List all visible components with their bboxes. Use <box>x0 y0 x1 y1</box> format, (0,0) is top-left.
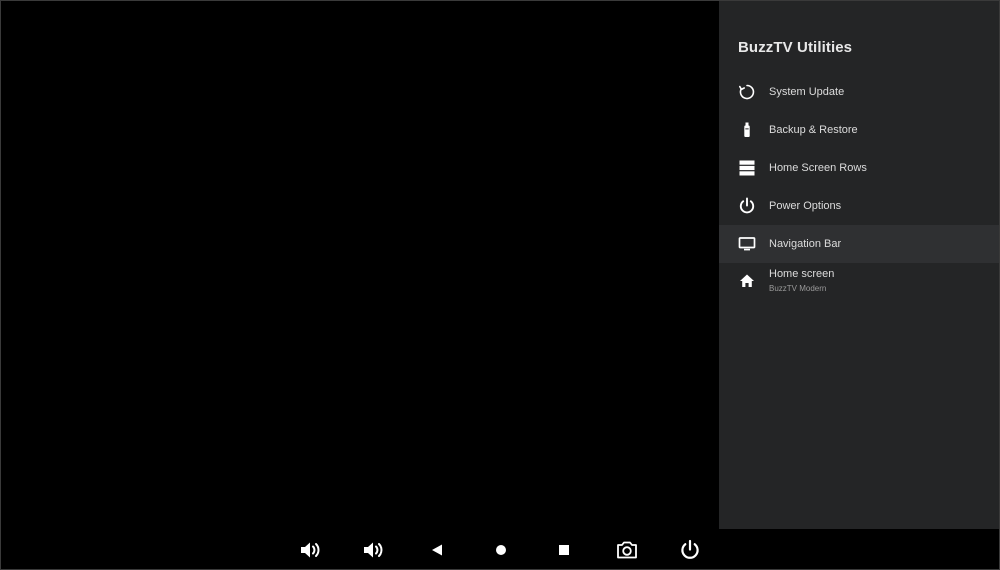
menu-item-label: Navigation Bar <box>769 238 842 250</box>
power-icon <box>679 539 701 561</box>
monitor-icon <box>738 235 756 253</box>
menu-item-label: Home screen <box>769 268 835 280</box>
camera-icon <box>615 539 639 561</box>
menu-item-system-update[interactable]: System Update <box>719 73 999 111</box>
menu-item-label: Power Options <box>769 200 842 212</box>
home-button[interactable] <box>488 537 514 563</box>
menu-item-text: System Update <box>769 85 844 99</box>
recents-button[interactable] <box>551 537 577 563</box>
main-content-area <box>1 1 719 529</box>
screenshot-button[interactable] <box>614 537 640 563</box>
home-circle-icon <box>494 543 508 557</box>
usb-icon <box>738 121 756 139</box>
menu-item-text: Home Screen Rows <box>769 161 867 175</box>
tv-screen: BuzzTV Utilities System Update Backup & … <box>0 0 1000 570</box>
volume-down-icon <box>298 539 324 561</box>
menu-item-text: Power Options <box>769 199 841 213</box>
utilities-menu: System Update Backup & Restore Home Scre… <box>719 73 999 319</box>
menu-item-text: Navigation Bar <box>769 237 841 251</box>
volume-up-button[interactable] <box>361 537 387 563</box>
menu-item-label: Backup & Restore <box>769 124 858 136</box>
utilities-side-panel: BuzzTV Utilities System Update Backup & … <box>719 1 999 529</box>
back-button[interactable] <box>424 537 450 563</box>
recents-square-icon <box>557 543 571 557</box>
menu-item-backup-restore[interactable]: Backup & Restore <box>719 111 999 149</box>
menu-item-text: Backup & Restore <box>769 123 858 137</box>
menu-item-text: Home screen BuzzTV Modern <box>769 267 834 295</box>
power-button[interactable] <box>677 537 703 563</box>
menu-item-sublabel: BuzzTV Modern <box>769 284 827 293</box>
volume-up-icon <box>361 539 387 561</box>
menu-item-label: System Update <box>769 86 845 98</box>
menu-item-home-screen[interactable]: Home screen BuzzTV Modern <box>719 263 999 319</box>
sync-icon <box>738 83 756 101</box>
navigation-bar <box>1 529 999 569</box>
panel-title: BuzzTV Utilities <box>738 39 853 56</box>
power-icon <box>738 197 756 215</box>
menu-item-label: Home Screen Rows <box>769 162 867 174</box>
volume-down-button[interactable] <box>298 537 324 563</box>
menu-item-home-screen-rows[interactable]: Home Screen Rows <box>719 149 999 187</box>
home-icon <box>738 272 756 290</box>
rows-icon <box>738 159 756 177</box>
menu-item-power-options[interactable]: Power Options <box>719 187 999 225</box>
back-triangle-icon <box>430 543 444 557</box>
menu-item-navigation-bar[interactable]: Navigation Bar <box>719 225 999 263</box>
